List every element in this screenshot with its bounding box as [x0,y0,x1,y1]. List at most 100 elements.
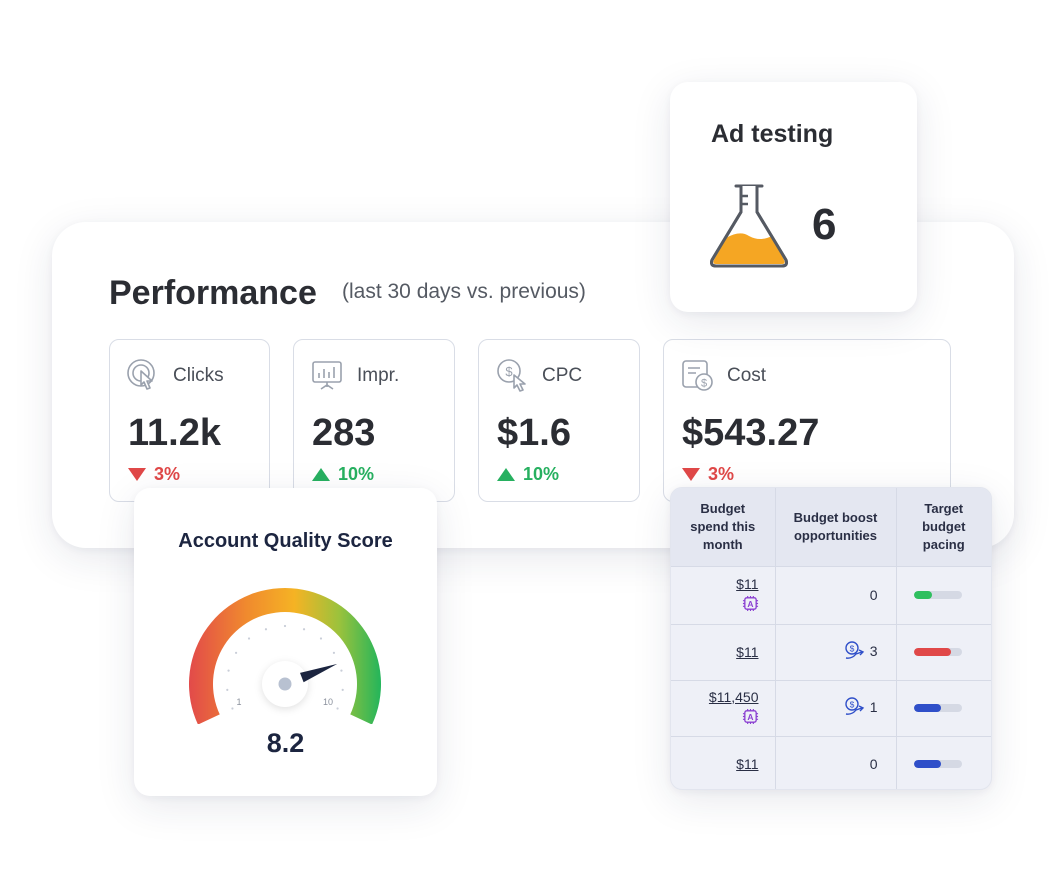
cell-budget-spend: $11 A [671,565,776,624]
gauge-tick [227,669,230,672]
metric-change-value: 3% [154,464,181,484]
pacing-progress-bar [913,759,962,768]
budget-boost-value: 1 [869,698,878,715]
cell-budget-boost: 0 [775,565,897,624]
cell-budget-boost: 0 [775,735,897,789]
gauge-min-label: 1 [236,697,241,707]
gauge-max-label: 10 [323,697,333,707]
pacing-progress-fill [913,759,942,768]
cell-budget-boost: $3 [775,623,897,680]
metric-card-clicks[interactable]: Clicks 11.2k 3% [109,339,270,502]
ai-chip-icon: A [742,708,758,724]
ad-testing-count: 6 [812,200,837,249]
budget-boost: 0 [870,756,878,772]
gauge-tick [226,688,229,691]
metric-label: Clicks [173,365,224,386]
gauge-tick [231,707,234,710]
metric-change-value: 10% [523,464,560,484]
budget-boost: 0 [870,587,878,603]
gauge-tick [336,707,339,710]
pacing-progress-fill [913,648,951,656]
pacing-progress-bar [913,704,962,712]
pacing-progress-fill [913,704,942,712]
budget-spend-link[interactable]: $11,450 [671,689,759,705]
metric-change-value: 3% [708,464,735,484]
cell-target-pacing [896,565,991,624]
metric-value: $543.27 [682,412,820,454]
boost-opportunity-icon: $ [845,696,864,715]
budget-spend-link[interactable]: $11 [671,576,758,592]
quality-score-gauge: 1 10 [189,588,381,724]
table-row: $11,450 A $1 [671,679,991,736]
pacing-progress-bar [913,648,962,656]
trend-down-icon [682,468,700,481]
metric-label: CPC [542,365,583,386]
gauge-tick [340,669,343,672]
gauge-tick [302,628,306,631]
gauge-tick [341,688,344,691]
cell-budget-spend: $11 [671,623,776,680]
pacing-progress-fill [913,591,932,599]
svg-text:$: $ [849,699,854,709]
svg-text:$: $ [701,378,707,390]
ad-testing-title: Ad testing [711,120,834,148]
gauge-tick [264,628,268,631]
svg-text:$: $ [505,364,513,379]
budget-spend-link[interactable]: $11 [671,644,758,660]
gauge-hub-dot [278,677,292,691]
cell-target-pacing [896,623,991,680]
metric-change: 10% [497,464,559,485]
gauge-tick [332,651,336,654]
gauge-tick [247,637,251,640]
trend-up-icon [497,468,515,481]
budget-boost[interactable]: $1 [844,696,878,717]
quality-score-card[interactable]: Account Quality Score 1 10 8.2 [134,488,437,796]
budget-table-card: Budget spend this month Budget boost opp… [670,487,992,790]
cursor-click-icon [127,359,155,390]
budget-spend-link[interactable]: $11 [671,756,758,772]
budget-boost[interactable]: $3 [844,640,878,661]
budget-boost-value: 0 [869,755,878,772]
trend-up-icon [312,468,330,481]
column-header-target-pacing: Target budget pacing [896,488,991,566]
table-row: $11 0 [671,735,991,789]
metric-value: $1.6 [497,412,571,454]
metric-label: Impr. [357,365,400,386]
gauge-tick [283,624,287,628]
table-row: $11 A 0 [671,565,991,624]
metric-value: 11.2k [128,412,221,454]
column-header-budget-boost: Budget boost opportunities [775,488,897,566]
table-header-row: Budget spend this month Budget boost opp… [671,488,991,566]
ad-testing-card[interactable]: Ad testing 6 [670,82,917,312]
metric-card-cost[interactable]: $ Cost $543.27 3% [663,339,951,502]
metric-change: 3% [128,464,180,485]
cell-budget-spend: $11 [671,735,776,789]
presentation-chart-icon [312,361,342,390]
quality-score-title: Account Quality Score [178,530,393,552]
metric-change: 3% [682,464,734,485]
invoice-dollar-icon: $ [682,360,713,391]
budget-table: Budget spend this month Budget boost opp… [671,488,991,789]
svg-text:$: $ [849,643,854,653]
trend-down-icon [128,468,146,481]
cell-target-pacing [896,679,991,736]
flask-icon [710,184,788,268]
metric-card-cpc[interactable]: $ CPC $1.6 10% [478,339,640,502]
performance-subtitle: (last 30 days vs. previous) [342,280,586,303]
gauge-tick [234,651,238,654]
boost-opportunity-icon: $ [845,640,864,659]
cell-budget-spend: $11,450 A [671,679,776,736]
gauge-tick [319,637,323,640]
pacing-progress-bar [913,591,962,599]
metric-change: 10% [312,464,374,485]
metric-label: Cost [727,365,767,386]
svg-text:A: A [747,598,753,608]
ai-chip-icon: A [742,595,758,611]
metric-value: 283 [312,412,376,454]
cell-budget-boost: $1 [775,679,897,736]
metric-card-impressions[interactable]: Impr. 283 10% [293,339,455,502]
dollar-click-icon: $ [497,359,526,392]
metric-change-value: 10% [338,464,375,484]
table-row: $11 $3 [671,623,991,680]
cell-target-pacing [896,735,991,789]
